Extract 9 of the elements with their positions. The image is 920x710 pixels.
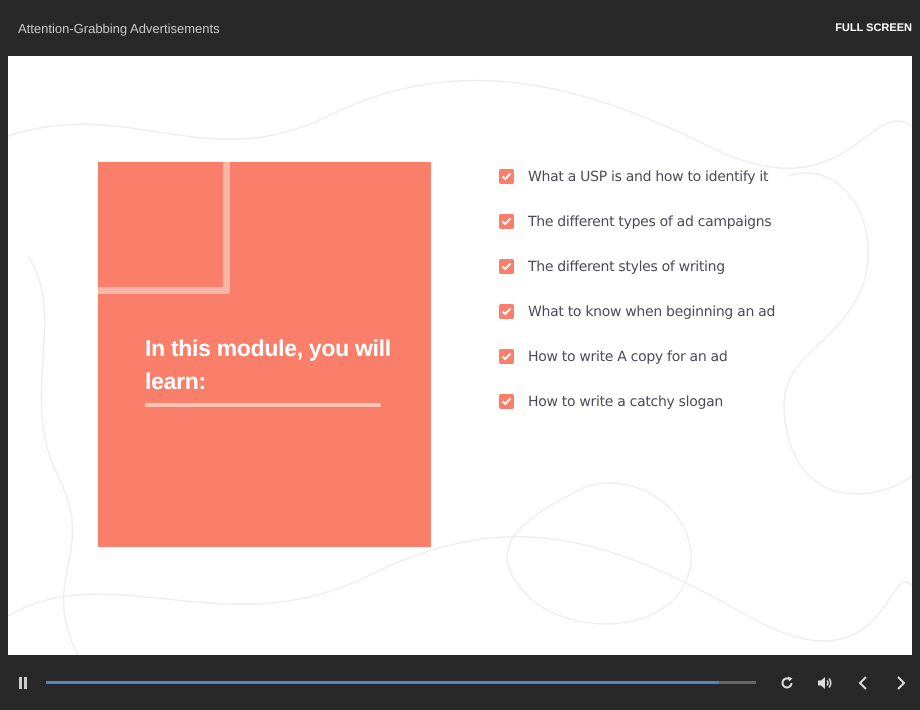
full-screen-button[interactable]: FULL SCREEN — [833, 20, 914, 36]
learning-item: What to know when beginning an ad — [528, 304, 776, 320]
card-title: In this module, you will learn: — [145, 334, 392, 396]
learning-item: What a USP is and how to identify it — [528, 168, 768, 184]
learning-item: How to write a catchy slogan — [528, 394, 723, 410]
course-title: Attention-Grabbing Advertisements — [18, 20, 220, 36]
learning-item: The different types of ad campaigns — [528, 214, 772, 230]
learning-item: The different styles of writing — [528, 258, 725, 274]
learning-item: How to write A copy for an ad — [528, 348, 728, 364]
